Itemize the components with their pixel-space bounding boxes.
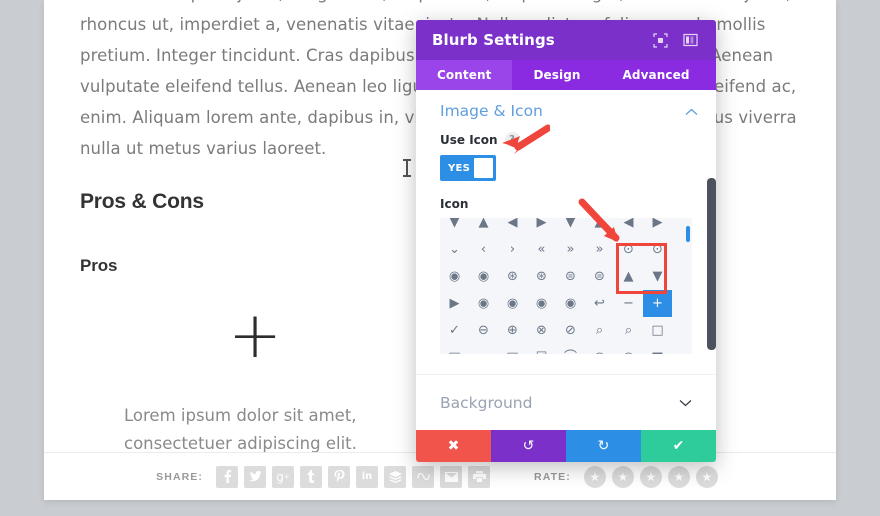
twitter-icon[interactable] [244, 465, 267, 488]
icon-field-label: Icon [440, 197, 469, 211]
rate-label: RATE: [534, 470, 571, 483]
layout-columns-icon[interactable] [680, 30, 700, 50]
rating-group[interactable]: RATE: ★ ★ ★ ★ ★ [534, 465, 724, 488]
tab-advanced[interactable]: Advanced [602, 60, 711, 90]
screen: enim. Donec pede justo, fringilla vel, a… [0, 0, 880, 516]
use-icon-label-text: Use Icon [440, 132, 498, 147]
star-icon[interactable]: ★ [611, 465, 634, 488]
buffer-icon[interactable] [384, 465, 407, 488]
chevron-down-icon[interactable] [679, 395, 692, 410]
use-icon-toggle[interactable]: YES [440, 155, 496, 181]
modal-title: Blurb Settings [432, 31, 555, 49]
annotation-arrow-toggle [502, 124, 550, 154]
icon-option[interactable]: ⊖ [469, 317, 498, 344]
icon-option[interactable]: ◉ [498, 290, 527, 317]
icon-option[interactable]: ◉ [585, 344, 614, 354]
icon-option[interactable]: − [614, 290, 643, 317]
icon-option[interactable]: ▶ [527, 218, 556, 236]
icon-option[interactable]: ‹ [469, 236, 498, 263]
toggle-knob [474, 158, 493, 178]
icon-option[interactable]: ▭ [469, 344, 498, 354]
chevron-up-icon[interactable] [685, 104, 698, 119]
icon-option[interactable]: ⌕ [614, 317, 643, 344]
icon-option[interactable]: ▼ [440, 218, 469, 236]
blurb-settings-modal: Blurb Settings Content Design Advanced I… [416, 20, 716, 462]
section-title: Image & Icon [440, 102, 543, 120]
googleplus-icon[interactable]: g + [272, 465, 295, 488]
facebook-icon[interactable] [216, 465, 239, 488]
blurb-description: Lorem ipsum dolor sit amet, consectetuer… [124, 406, 357, 453]
modal-header: Blurb Settings [416, 20, 716, 60]
background-label: Background [440, 393, 533, 412]
icon-option[interactable]: ⊗ [527, 317, 556, 344]
blurb-module: + Lorem ipsum dolor sit amet, consectetu… [80, 304, 430, 458]
icon-option[interactable]: ✓ [440, 317, 469, 344]
icon-option[interactable]: ▤ [498, 344, 527, 354]
icon-option[interactable]: ▲ [469, 218, 498, 236]
icon-option[interactable]: □ [643, 317, 672, 344]
star-icon[interactable]: ★ [583, 465, 606, 488]
icon-option[interactable]: ◉ [527, 290, 556, 317]
linkedin-icon[interactable]: in [356, 465, 379, 488]
icon-option[interactable]: ↩ [585, 290, 614, 317]
field-use-icon: Use Icon ? YES [416, 128, 716, 181]
icon-option[interactable]: ▶ [440, 290, 469, 317]
icon-option[interactable]: ⌕ [585, 317, 614, 344]
icon-option[interactable]: ⊛ [498, 263, 527, 290]
star-icon[interactable]: ★ [695, 465, 718, 488]
redo-button[interactable]: ↻ [566, 430, 641, 462]
icon-option[interactable]: ▣ [440, 344, 469, 354]
tumblr-icon[interactable] [300, 465, 323, 488]
icon-option[interactable]: ◉ [469, 263, 498, 290]
section-image-and-icon[interactable]: Image & Icon [416, 90, 716, 128]
icon-option[interactable]: ⊘ [556, 317, 585, 344]
icon-option[interactable]: ◉ [614, 344, 643, 354]
fullscreen-icon[interactable] [650, 30, 670, 50]
icon-option[interactable]: › [498, 236, 527, 263]
cancel-button[interactable]: ✖ [416, 430, 491, 462]
icon-option-selected[interactable]: + [643, 290, 672, 317]
icon-option[interactable]: ⌒ [556, 344, 585, 354]
icon-option[interactable]: « [527, 236, 556, 263]
toggle-value: YES [448, 162, 471, 174]
plus-icon: + [228, 299, 282, 373]
section-background[interactable]: Background [416, 374, 716, 430]
star-icon[interactable]: ★ [667, 465, 690, 488]
pinterest-icon[interactable] [328, 465, 351, 488]
icon-option[interactable]: ⊕ [498, 317, 527, 344]
email-icon[interactable] [440, 465, 463, 488]
icon-option[interactable]: ⊛ [527, 263, 556, 290]
icon-option[interactable]: ◉ [556, 290, 585, 317]
icon-option[interactable]: ⊜ [585, 263, 614, 290]
star-icon[interactable]: ★ [639, 465, 662, 488]
icon-option[interactable]: ⊜ [556, 263, 585, 290]
icon-option[interactable]: ◉ [440, 263, 469, 290]
use-icon-label: Use Icon ? [440, 132, 692, 147]
undo-button[interactable]: ↺ [491, 430, 566, 462]
modal-body: Image & Icon Use Icon ? YES Icon ▼ [416, 90, 716, 430]
icon-option[interactable]: ■ [643, 344, 672, 354]
print-icon[interactable] [468, 465, 491, 488]
icon-option[interactable]: ◉ [469, 290, 498, 317]
text-cursor [403, 159, 411, 177]
tab-content[interactable]: Content [416, 60, 513, 90]
modal-tabs: Content Design Advanced [416, 60, 716, 90]
save-button[interactable]: ✔ [641, 430, 716, 462]
icon-option[interactable]: ⌄ [440, 236, 469, 263]
share-label: SHARE: [156, 470, 204, 483]
icon-picker-scrollbar[interactable] [686, 226, 690, 242]
panel-scrollbar[interactable] [707, 178, 716, 350]
stumbleupon-icon[interactable] [412, 465, 435, 488]
icon-option[interactable]: ◀ [498, 218, 527, 236]
icon-option[interactable]: ▶ [643, 218, 672, 236]
modal-footer: ✖ ↺ ↻ ✔ [416, 430, 716, 462]
annotation-arrow-icon [578, 198, 620, 242]
icon-option[interactable]: ☑ [527, 344, 556, 354]
tab-design[interactable]: Design [512, 60, 601, 90]
